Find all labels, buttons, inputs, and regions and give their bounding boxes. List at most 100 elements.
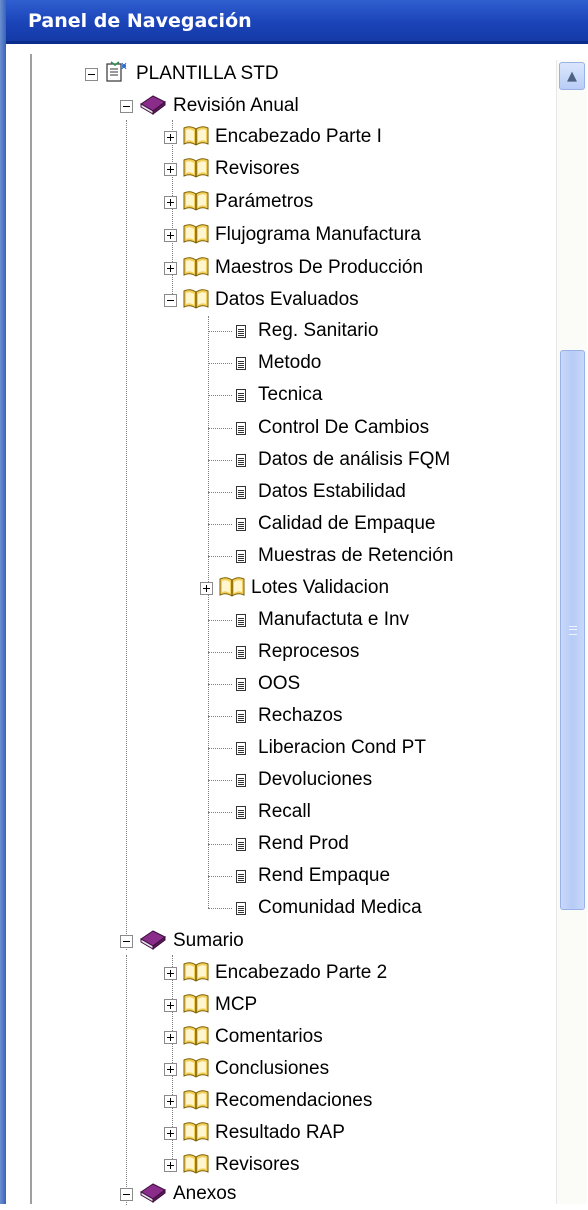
- document-icon: [236, 324, 246, 338]
- expand-toggle[interactable]: [164, 1126, 177, 1140]
- tree-connector: [208, 780, 232, 781]
- open-book-icon: [183, 960, 209, 986]
- tree-connector: [208, 748, 232, 749]
- tree-connector: [208, 524, 232, 525]
- tree-node-encabezado-parte-2[interactable]: Encabezado Parte 2: [164, 957, 387, 989]
- tree-node-label: Anexos: [173, 1183, 237, 1204]
- tree-node-revisores-sumario[interactable]: Revisores: [164, 1149, 299, 1181]
- tree-node-label: Manufactuta e Inv: [258, 609, 410, 630]
- tree-connector: [208, 620, 232, 621]
- tree-node-label: Rend Empaque: [258, 865, 391, 886]
- grip-icon: [569, 626, 577, 635]
- tree-node-label: Datos Evaluados: [215, 289, 359, 310]
- expand-toggle[interactable]: [164, 1094, 177, 1108]
- tree-node-revision-anual[interactable]: Revisión Anual: [120, 90, 299, 122]
- tree-connector: [208, 331, 232, 332]
- tree-node-liberacion-cond-pt[interactable]: Liberacion Cond PT: [234, 732, 426, 764]
- scrollbar-thumb[interactable]: [560, 350, 585, 910]
- tree-connector: [208, 876, 232, 877]
- tree-connector: [208, 716, 232, 717]
- tree-node-label: Lotes Validacion: [251, 577, 390, 598]
- tree-node-datos-de-analisis-fqm[interactable]: Datos de análisis FQM: [234, 444, 450, 476]
- expand-toggle[interactable]: [164, 261, 177, 275]
- tree-node-rechazos[interactable]: Rechazos: [234, 700, 343, 732]
- document-icon: [236, 805, 246, 819]
- open-book-icon: [183, 255, 209, 281]
- document-icon: [236, 388, 246, 402]
- document-icon: [236, 549, 246, 563]
- tree-node-label: Datos de análisis FQM: [258, 449, 451, 470]
- tree-node-comentarios[interactable]: Comentarios: [164, 1021, 323, 1053]
- document-icon: [236, 741, 246, 755]
- open-book-icon: [183, 1088, 209, 1114]
- tree-node-resultado-rap[interactable]: Resultado RAP: [164, 1117, 345, 1149]
- document-icon: [236, 677, 246, 691]
- open-book-icon: [183, 1056, 209, 1082]
- tree-node-maestros-de-produccion[interactable]: Maestros De Producción: [164, 252, 423, 284]
- tree-node-label: Metodo: [258, 352, 322, 373]
- collapse-toggle[interactable]: [85, 67, 98, 81]
- tree-node-label: Control De Cambios: [258, 417, 430, 438]
- tree-node-control-de-cambios[interactable]: Control De Cambios: [234, 412, 429, 444]
- collapse-toggle[interactable]: [120, 1187, 133, 1201]
- expand-toggle[interactable]: [164, 228, 177, 242]
- tree-node-label: Reprocesos: [258, 641, 360, 662]
- document-icon: [236, 485, 246, 499]
- panel-titlebar: Panel de Navegación: [6, 0, 588, 44]
- tree-node-rend-empaque[interactable]: Rend Empaque: [234, 860, 390, 892]
- tree-node-comunidad-medica[interactable]: Comunidad Medica: [234, 892, 422, 924]
- scroll-up-button[interactable]: ▲: [559, 62, 585, 90]
- collapse-toggle[interactable]: [120, 99, 133, 113]
- tree-node-reprocesos[interactable]: Reprocesos: [234, 636, 359, 668]
- expand-toggle[interactable]: [164, 130, 177, 144]
- expand-toggle[interactable]: [164, 1030, 177, 1044]
- tree-node-sumario[interactable]: Sumario: [120, 925, 244, 957]
- tree-node-label: Encabezado Parte 2: [215, 962, 388, 983]
- expand-toggle[interactable]: [164, 195, 177, 209]
- tree-node-rend-prod[interactable]: Rend Prod: [234, 828, 349, 860]
- tree-node-recall[interactable]: Recall: [234, 796, 311, 828]
- tree-node-plantilla-std[interactable]: PLANTILLA STD: [85, 58, 279, 90]
- tree-node-label: Comentarios: [215, 1026, 323, 1047]
- collapse-toggle[interactable]: [120, 934, 133, 948]
- expand-toggle[interactable]: [164, 1158, 177, 1172]
- tree-node-oos[interactable]: OOS: [234, 668, 300, 700]
- tree-node-devoluciones[interactable]: Devoluciones: [234, 764, 372, 796]
- expand-toggle[interactable]: [164, 162, 177, 176]
- tree-node-label: Rend Prod: [258, 833, 349, 854]
- tree-node-flujograma-manufactura[interactable]: Flujograma Manufactura: [164, 219, 421, 251]
- expand-toggle[interactable]: [164, 998, 177, 1012]
- collapse-toggle[interactable]: [164, 293, 177, 307]
- tree-node-reg-sanitario[interactable]: Reg. Sanitario: [234, 315, 378, 347]
- tree-node-datos-evaluados[interactable]: Datos Evaluados: [164, 284, 359, 316]
- tree-node-label: Resultado RAP: [215, 1122, 345, 1143]
- tree-node-tecnica[interactable]: Tecnica: [234, 379, 322, 411]
- tree-node-lotes-validacion[interactable]: Lotes Validacion: [200, 572, 389, 604]
- tree-node-label: MCP: [215, 994, 258, 1015]
- vertical-scrollbar[interactable]: ▲: [556, 60, 587, 1204]
- tree-node-metodo[interactable]: Metodo: [234, 347, 321, 379]
- expand-toggle[interactable]: [200, 581, 213, 595]
- expand-toggle[interactable]: [164, 966, 177, 980]
- tree-node-label: Tecnica: [258, 384, 323, 405]
- tree-node-label: Datos Estabilidad: [258, 481, 406, 502]
- tree-node-datos-estabilidad[interactable]: Datos Estabilidad: [234, 476, 406, 508]
- document-icon: [236, 356, 246, 370]
- tree-node-muestras-de-retencion[interactable]: Muestras de Retención: [234, 540, 453, 572]
- tree-node-conclusiones[interactable]: Conclusiones: [164, 1053, 329, 1085]
- document-icon: [236, 773, 246, 787]
- expand-toggle[interactable]: [164, 1062, 177, 1076]
- tree-node-manufactuta-e-inv[interactable]: Manufactuta e Inv: [234, 604, 409, 636]
- tree-connector: [208, 908, 232, 909]
- tree-node-mcp[interactable]: MCP: [164, 989, 257, 1021]
- closed-book-icon: [139, 927, 167, 955]
- document-icon: [236, 709, 246, 723]
- tree-node-parametros[interactable]: Parámetros: [164, 186, 313, 218]
- tree-node-label: Muestras de Retención: [258, 545, 454, 566]
- tree-node-encabezado-parte-i[interactable]: Encabezado Parte I: [164, 121, 382, 153]
- tree-node-calidad-de-empaque[interactable]: Calidad de Empaque: [234, 508, 435, 540]
- tree-node-revisores[interactable]: Revisores: [164, 153, 299, 185]
- tree-connector: [208, 395, 232, 396]
- tree-node-anexos[interactable]: Anexos: [120, 1178, 236, 1210]
- tree-node-recomendaciones[interactable]: Recomendaciones: [164, 1085, 372, 1117]
